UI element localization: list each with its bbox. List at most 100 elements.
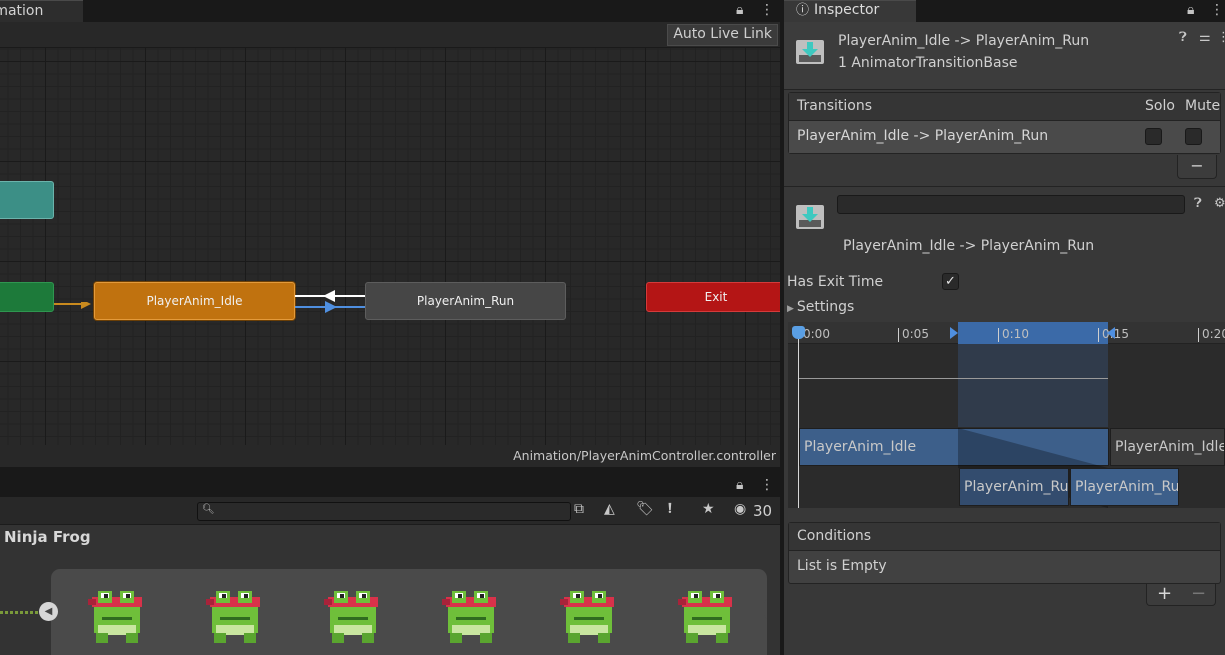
- info-icon: ⓘ: [796, 3, 810, 18]
- inspector-tab-label: Inspector: [814, 2, 880, 18]
- inspector-tab[interactable]: ⓘ Inspector: [784, 0, 916, 22]
- conditions-heading: Conditions: [797, 528, 872, 544]
- remove-transition-button[interactable]: −: [1177, 155, 1217, 179]
- search-by-type-icon[interactable]: ⧉: [574, 501, 584, 517]
- conditions-empty-text: List is Empty: [797, 558, 887, 574]
- settings-help-icon[interactable]: ❓︎: [1194, 196, 1202, 211]
- settings-foldout[interactable]: ▶ Settings: [787, 299, 854, 315]
- transition-row[interactable]: PlayerAnim_Idle -> PlayerAnim_Run: [789, 121, 1220, 153]
- transition-arrows[interactable]: [295, 288, 367, 316]
- settings-foldout-label: Settings: [796, 299, 855, 315]
- mute-checkbox[interactable]: [1185, 128, 1202, 145]
- header-subtitle: 1 AnimatorTransitionBase: [838, 55, 1018, 71]
- transition-end-handle-icon[interactable]: [1106, 327, 1116, 339]
- settings-title: PlayerAnim_Idle -> PlayerAnim_Run: [843, 238, 1095, 254]
- tick-mark: [998, 328, 999, 342]
- state-node-idle[interactable]: PlayerAnim_Idle: [94, 282, 295, 320]
- clip-run-destination[interactable]: PlayerAnim_Run: [959, 468, 1069, 506]
- header-title: PlayerAnim_Idle -> PlayerAnim_Run: [838, 33, 1090, 49]
- kebab-menu-icon[interactable]: ⋮: [760, 0, 774, 22]
- auto-live-link-button[interactable]: Auto Live Link: [667, 24, 778, 46]
- transitions-list: Transitions Solo Mute PlayerAnim_Idle ->…: [788, 92, 1221, 154]
- tick-label: 0:05: [902, 327, 929, 341]
- lock-icon[interactable]: 🔒︎: [736, 0, 743, 22]
- search-icon: 🔍︎: [202, 504, 215, 515]
- frog-sprite[interactable]: [560, 587, 618, 651]
- transition-timeline[interactable]: 0:00 0:05 0:10 0:15 0:20 PlayerAnim_Idle…: [788, 322, 1225, 508]
- presets-icon[interactable]: ⚌: [1199, 30, 1211, 45]
- animator-graph[interactable]: PlayerAnim_Idle PlayerAnim_Run Exit: [0, 48, 780, 445]
- frog-sprite[interactable]: [442, 587, 500, 651]
- solo-heading: Solo: [1145, 98, 1175, 114]
- frog-sprite[interactable]: [324, 587, 382, 651]
- frog-sprite[interactable]: [88, 587, 146, 651]
- solo-checkbox[interactable]: [1145, 128, 1162, 145]
- clip-idle-next[interactable]: PlayerAnim_Idle: [1110, 428, 1225, 466]
- any-state-node[interactable]: [0, 181, 54, 219]
- transition-header: PlayerAnim_Idle -> PlayerAnim_Run 1 Anim…: [784, 22, 1225, 90]
- playhead[interactable]: [798, 330, 799, 508]
- mute-heading: Mute: [1185, 98, 1221, 114]
- controller-path: Animation/PlayerAnimController.controlle…: [513, 448, 776, 463]
- inspector-lock-icon[interactable]: 🔒︎: [1187, 0, 1194, 22]
- log-types-icon[interactable]: ❗︎: [668, 501, 672, 517]
- inspector: ⓘ Inspector 🔒︎ ⋮ PlayerAnim_Idle -> Play…: [784, 0, 1225, 655]
- project-lock-icon[interactable]: 🔒︎: [736, 475, 743, 497]
- exit-node-label: Exit: [704, 290, 728, 304]
- entry-transition-arrow[interactable]: [54, 302, 94, 314]
- timeline-ruler[interactable]: 0:00 0:05 0:10 0:15 0:20: [788, 322, 1225, 344]
- playhead-knob[interactable]: [792, 326, 805, 339]
- sub-asset-connector: [0, 611, 39, 614]
- exit-node[interactable]: Exit: [646, 282, 780, 312]
- state-node-run-label: PlayerAnim_Run: [416, 294, 515, 308]
- remove-condition-button[interactable]: −: [1191, 583, 1206, 604]
- conditions-list: Conditions List is Empty: [788, 522, 1221, 584]
- project-tabbar: 🔒︎ ⋮: [0, 467, 780, 497]
- inspector-kebab-menu-icon[interactable]: ⋮: [1210, 0, 1224, 22]
- tick-mark: [1198, 328, 1199, 342]
- project-kebab-menu-icon[interactable]: ⋮: [760, 475, 774, 497]
- tick-label: 0:10: [1002, 327, 1029, 341]
- help-icon[interactable]: ❓︎: [1179, 30, 1187, 45]
- tick-label: 0:00: [803, 327, 830, 341]
- transition-start-handle-icon[interactable]: [949, 327, 959, 339]
- tick-mark: [1098, 328, 1099, 342]
- project-search-input[interactable]: 🔍︎: [197, 502, 571, 521]
- strip-nub: [759, 599, 767, 619]
- state-node-run[interactable]: PlayerAnim_Run: [365, 282, 566, 320]
- folder-name[interactable]: Ninja Frog: [4, 528, 91, 546]
- favorite-star-icon[interactable]: ★: [702, 501, 715, 517]
- filter-by-type-icon[interactable]: ◭: [604, 501, 615, 517]
- transition-name-field[interactable]: [837, 195, 1185, 214]
- transition-curve: [798, 378, 1108, 379]
- transition-icon: [796, 40, 824, 64]
- frog-sprite[interactable]: [206, 587, 264, 651]
- foldout-arrow-icon: ▶: [787, 304, 794, 314]
- animator-tab[interactable]: Animation: [0, 0, 84, 22]
- tick-mark: [898, 328, 899, 342]
- frog-sprite[interactable]: [678, 587, 736, 651]
- conditions-header: Conditions: [789, 523, 1220, 551]
- settings-gear-icon[interactable]: ⚙: [1214, 196, 1225, 211]
- settings-kebab-icon[interactable]: ⋮: [1217, 30, 1225, 45]
- transition-settings-icon: [796, 205, 824, 229]
- assets-area: ◀: [0, 551, 780, 655]
- collapse-icon[interactable]: ◀: [39, 602, 58, 621]
- conditions-controls: + −: [1146, 583, 1216, 606]
- state-node-idle-label: PlayerAnim_Idle: [146, 294, 243, 308]
- transition-settings: ❓︎ ⚙ PlayerAnim_Idle -> PlayerAnim_Run: [784, 186, 1225, 270]
- clip-run-next[interactable]: PlayerAnim_Run: [1070, 468, 1179, 506]
- add-condition-button[interactable]: +: [1157, 583, 1172, 604]
- entry-node[interactable]: [0, 282, 54, 312]
- inspector-tabbar: ⓘ Inspector 🔒︎ ⋮: [784, 0, 1225, 22]
- visible-count: 30: [753, 502, 773, 520]
- project-toolbar: 🔍︎ ⧉ ◭ 🏷︎ ❗︎ ★ ◉ 30: [0, 497, 780, 525]
- sprite-strip: [51, 569, 767, 655]
- has-exit-time-checkbox[interactable]: ✓: [942, 273, 959, 290]
- filter-by-label-icon[interactable]: 🏷︎: [636, 501, 654, 517]
- graph-footer: Animation/PlayerAnimController.controlle…: [0, 445, 780, 467]
- animator-toolbar: Auto Live Link: [0, 22, 780, 48]
- hidden-packages-eye-icon[interactable]: ◉: [734, 501, 746, 517]
- transition-region-ruler[interactable]: [958, 322, 1108, 344]
- animator-tabbar: Animation 🔒︎ ⋮: [0, 0, 780, 22]
